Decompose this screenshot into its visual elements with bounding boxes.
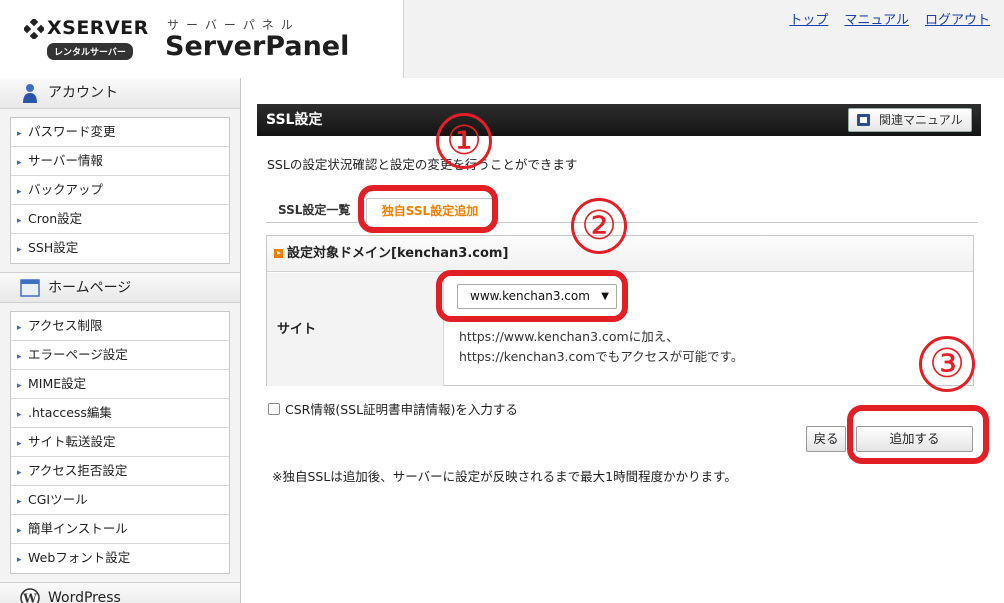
arrow-icon: ▸ <box>17 187 22 197</box>
highlight-ring-tab <box>358 185 498 233</box>
sidebar-item-password[interactable]: ▸ パスワード変更 <box>11 118 229 147</box>
header: XSERVER レンタルサーバー サーバーパネル ServerPanel トップ… <box>0 0 1004 78</box>
arrow-icon: ▸ <box>17 555 22 565</box>
sidebar-section-title: ホームページ <box>48 280 132 296</box>
arrow-icon: ▸ <box>17 381 22 391</box>
site-hint-line-2: https://kenchan3.comでもアクセスが可能です。 <box>459 349 744 364</box>
brand-tagline: レンタルサーバー <box>47 43 133 60</box>
sidebar-item-easy-install[interactable]: ▸ 簡単インストール <box>11 515 229 544</box>
highlight-ring-select <box>436 270 628 322</box>
arrow-icon: ▸ <box>17 410 22 420</box>
related-manual-button[interactable]: 関連マニュアル <box>848 108 972 132</box>
back-button[interactable]: 戻る <box>806 426 846 452</box>
highlight-ring-add <box>847 405 989 464</box>
sidebar-item-cgi-tool[interactable]: ▸ CGIツール <box>11 486 229 515</box>
sidebar-item-server-info[interactable]: ▸ サーバー情報 <box>11 147 229 176</box>
sidebar: アカウント ▸ パスワード変更 ▸ サーバー情報 ▸ バックアップ ▸ Cron設定 ▸… <box>0 78 241 603</box>
arrow-icon: ▸ <box>17 497 22 507</box>
sidebar-item-backup[interactable]: ▸ バックアップ <box>11 176 229 205</box>
sidebar-item-ssh[interactable]: ▸ SSH設定 <box>11 234 229 263</box>
top-nav-area: トップ マニュアル ログアウト <box>403 0 1004 78</box>
related-manual-label: 関連マニュアル <box>879 113 963 127</box>
main-content: SSL設定 関連マニュアル SSLの設定状況確認と設定の変更を行うことができます… <box>241 78 1004 603</box>
site-label: サイト <box>267 273 444 386</box>
sidebar-item-site-redirect[interactable]: ▸ サイト転送設定 <box>11 428 229 457</box>
sidebar-list-account: ▸ パスワード変更 ▸ サーバー情報 ▸ バックアップ ▸ Cron設定 ▸ SSH設定 <box>10 117 230 264</box>
arrow-icon: ▸ <box>17 158 22 168</box>
arrow-icon: ▸ <box>17 323 22 333</box>
sidebar-section-wordpress: W WordPress <box>0 582 240 603</box>
ssl-note: ※独自SSLは追加後、サーバーに設定が反映されるまで最大1時間程度かかります。 <box>272 469 737 484</box>
window-icon <box>20 279 40 297</box>
sidebar-section-title: アカウント <box>48 85 118 101</box>
arrow-icon: ▸ <box>17 352 22 362</box>
sidebar-section-account: アカウント <box>0 78 240 109</box>
target-domain-heading: 設定対象ドメイン[kenchan3.com] <box>287 246 509 261</box>
sidebar-section-title: WordPress <box>48 590 121 603</box>
csr-checkbox[interactable] <box>268 403 280 415</box>
site-hint-line-1: https://www.kenchan3.comに加え、 <box>459 329 679 344</box>
svg-text:W: W <box>22 592 37 603</box>
sidebar-item-access-deny[interactable]: ▸ アクセス拒否設定 <box>11 457 229 486</box>
arrow-icon: ▸ <box>17 245 22 255</box>
user-icon <box>23 84 37 103</box>
nav-link-manual[interactable]: マニュアル <box>844 9 909 28</box>
tab-ssl-list[interactable]: SSL設定一覧 <box>268 198 360 224</box>
play-icon <box>274 249 283 258</box>
arrow-icon: ▸ <box>17 526 22 536</box>
xserver-logo-icon <box>24 19 44 39</box>
annotation-number-2: ② <box>571 198 627 254</box>
nav-link-logout[interactable]: ログアウト <box>925 9 990 28</box>
book-icon <box>857 114 870 126</box>
top-nav: トップ マニュアル ログアウト <box>789 9 990 28</box>
arrow-icon: ▸ <box>17 129 22 139</box>
page-title: SSL設定 <box>266 112 323 128</box>
brand-name: XSERVER <box>47 17 149 39</box>
csr-label: CSR情報(SSL証明書申請情報)を入力する <box>285 402 518 417</box>
arrow-icon: ▸ <box>17 468 22 478</box>
sidebar-list-homepage: ▸ アクセス制限 ▸ エラーページ設定 ▸ MIME設定 ▸ .htaccess編集 ▸… <box>10 311 230 574</box>
csr-option[interactable]: CSR情報(SSL証明書申請情報)を入力する <box>268 399 518 418</box>
wordpress-icon: W <box>20 588 40 603</box>
sidebar-item-web-font[interactable]: ▸ Webフォント設定 <box>11 544 229 573</box>
page-title-bar: SSL設定 関連マニュアル <box>257 104 981 136</box>
logo[interactable]: XSERVER レンタルサーバー サーバーパネル ServerPanel <box>0 0 403 78</box>
sidebar-item-mime[interactable]: ▸ MIME設定 <box>11 370 229 399</box>
sidebar-item-error-page[interactable]: ▸ エラーページ設定 <box>11 341 229 370</box>
sidebar-section-homepage: ホームページ <box>0 272 240 303</box>
annotation-number-3: ③ <box>919 336 975 392</box>
product-name: ServerPanel <box>165 31 350 62</box>
arrow-icon: ▸ <box>17 439 22 449</box>
sidebar-item-cron[interactable]: ▸ Cron設定 <box>11 205 229 234</box>
annotation-number-1: ① <box>436 113 492 169</box>
page-description: SSLの設定状況確認と設定の変更を行うことができます <box>267 157 578 172</box>
sidebar-item-htaccess[interactable]: ▸ .htaccess編集 <box>11 399 229 428</box>
arrow-icon: ▸ <box>17 216 22 226</box>
sidebar-item-access-limit[interactable]: ▸ アクセス制限 <box>11 312 229 341</box>
nav-link-top[interactable]: トップ <box>789 9 828 28</box>
